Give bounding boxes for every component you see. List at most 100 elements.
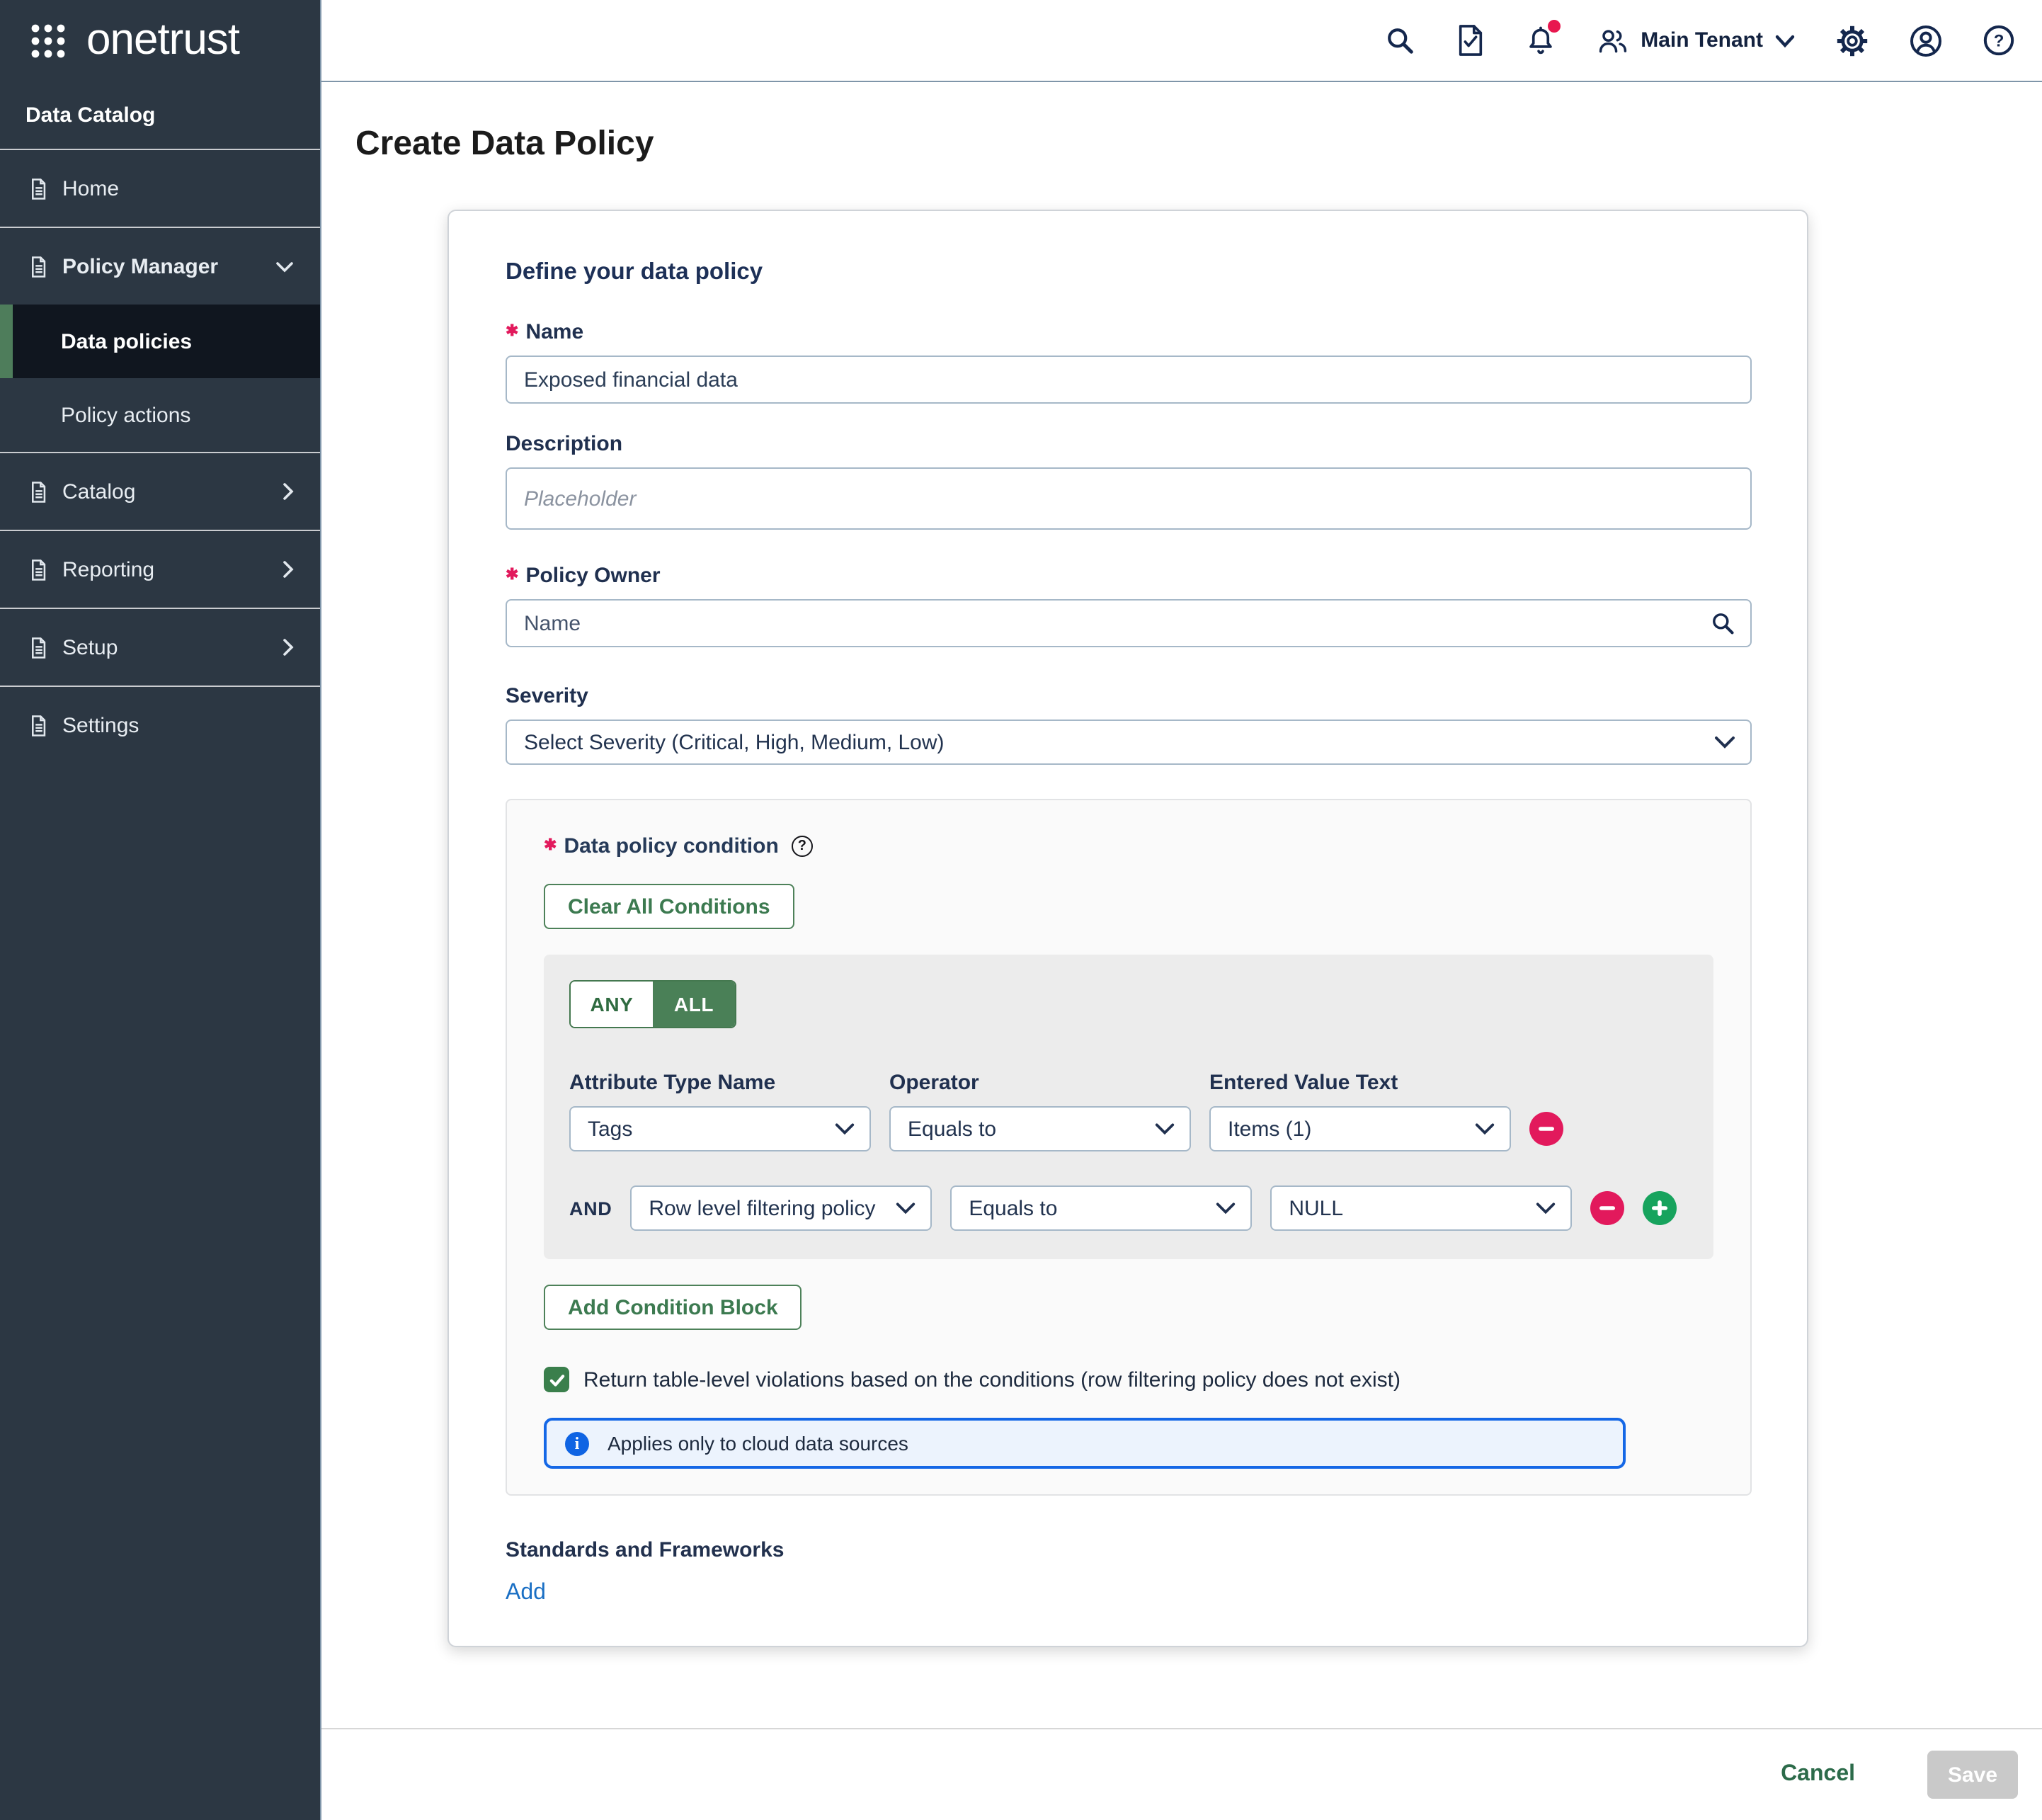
name-label: ✱ Name	[506, 320, 1752, 344]
description-placeholder: Placeholder	[524, 487, 636, 511]
condition-block: ANY ALL Attribute Type Name Operator Ent…	[544, 955, 1713, 1259]
required-asterisk: ✱	[506, 322, 518, 340]
remove-condition-button[interactable]	[1590, 1191, 1624, 1225]
policy-form-card: Define your data policy ✱ Name Exposed f…	[447, 210, 1808, 1647]
required-asterisk: ✱	[506, 565, 518, 584]
condition-row: Tags Equals to	[569, 1106, 1688, 1151]
severity-select[interactable]: Select Severity (Critical, High, Medium,…	[506, 720, 1752, 765]
sidebar-item-label: Policy actions	[61, 403, 190, 427]
info-banner: i Applies only to cloud data sources	[544, 1418, 1626, 1469]
sidebar-item-label: Reporting	[62, 557, 272, 581]
chevron-right-icon	[282, 637, 295, 657]
sidebar-item-settings[interactable]: Settings	[0, 687, 320, 763]
sidebar-item-policy-manager[interactable]: Policy Manager	[0, 228, 320, 305]
notifications-bell-icon[interactable]	[1524, 23, 1556, 57]
name-input[interactable]: Exposed financial data	[506, 356, 1752, 404]
app-grid-icon	[30, 23, 67, 59]
help-icon[interactable]: ?	[1983, 24, 2015, 57]
main-area: Main Tenant	[320, 0, 2042, 1820]
policy-owner-placeholder: Name	[524, 611, 581, 635]
standards-label: Standards and Frameworks	[506, 1538, 1752, 1562]
chevron-down-icon	[895, 1201, 916, 1215]
severity-value: Select Severity (Critical, High, Medium,…	[524, 730, 945, 754]
sidebar-item-label: Catalog	[62, 479, 272, 504]
name-value: Exposed financial data	[524, 368, 738, 392]
chevron-down-icon	[1474, 1122, 1495, 1136]
value-select[interactable]: Items (1)	[1209, 1106, 1511, 1151]
operator-select[interactable]: Equals to	[950, 1185, 1252, 1231]
chevron-down-icon	[1215, 1201, 1236, 1215]
chevron-down-icon	[834, 1122, 855, 1136]
attribute-select[interactable]: Tags	[569, 1106, 871, 1151]
sidebar-item-label: Home	[62, 176, 320, 200]
conjunction-label: AND	[569, 1198, 612, 1219]
condition-panel: ✱ Data policy condition ? Clear All Cond…	[506, 799, 1752, 1496]
chevron-down-icon	[1535, 1201, 1556, 1215]
column-attribute: Attribute Type Name	[569, 1071, 889, 1095]
policy-owner-input[interactable]: Name	[506, 599, 1752, 647]
document-icon	[25, 253, 52, 280]
page-content: Create Data Policy Define your data poli…	[321, 82, 2042, 1728]
severity-label: Severity	[506, 684, 1752, 708]
document-icon	[25, 175, 52, 202]
standards-add-link[interactable]: Add	[506, 1581, 546, 1606]
sidebar-item-catalog[interactable]: Catalog	[0, 453, 320, 530]
onetrust-logo[interactable]: onetrust	[0, 0, 320, 82]
document-icon	[25, 556, 52, 583]
description-input[interactable]: Placeholder	[506, 467, 1752, 530]
operator-select[interactable]: Equals to	[889, 1106, 1191, 1151]
checkbox-label: Return table-level violations based on t…	[583, 1367, 1401, 1392]
footer-actions: Cancel Save	[321, 1728, 2042, 1820]
document-check-icon[interactable]	[1455, 24, 1485, 57]
document-icon	[25, 478, 52, 505]
user-profile-icon[interactable]	[1909, 23, 1943, 57]
sidebar-item-reporting[interactable]: Reporting	[0, 531, 320, 608]
sidebar-item-data-policies[interactable]: Data policies	[0, 305, 320, 378]
toggle-all[interactable]: ALL	[653, 982, 735, 1027]
policy-owner-label: ✱ Policy Owner	[506, 564, 1752, 588]
column-value: Entered Value Text	[1209, 1071, 1529, 1095]
toggle-any[interactable]: ANY	[571, 982, 653, 1027]
add-condition-block-button[interactable]: Add Condition Block	[544, 1285, 802, 1330]
condition-column-headers: Attribute Type Name Operator Entered Val…	[569, 1071, 1688, 1095]
checkbox-checked[interactable]	[544, 1367, 569, 1392]
condition-label: ✱ Data policy condition	[544, 834, 779, 858]
help-icon[interactable]: ?	[792, 836, 813, 857]
tenant-switcher[interactable]: Main Tenant	[1595, 25, 1796, 56]
sidebar-item-label: Data policies	[61, 329, 192, 353]
condition-row: AND Row level filtering policy Equals to	[569, 1185, 1688, 1231]
remove-condition-button[interactable]	[1529, 1112, 1563, 1146]
save-button[interactable]: Save	[1927, 1751, 2018, 1799]
chevron-down-icon	[275, 260, 295, 273]
logo-wordmark: onetrust	[86, 16, 239, 66]
gear-icon[interactable]	[1835, 23, 1869, 57]
product-name: Data Catalog	[0, 82, 320, 149]
column-operator: Operator	[889, 1071, 1209, 1095]
app-window: onetrust Data Catalog Home Policy Manage…	[0, 0, 2042, 1820]
add-condition-button[interactable]	[1643, 1191, 1677, 1225]
sidebar-item-home[interactable]: Home	[0, 150, 320, 227]
required-asterisk: ✱	[544, 836, 557, 854]
sidebar-item-policy-actions[interactable]: Policy actions	[0, 378, 320, 452]
value-select[interactable]: NULL	[1270, 1185, 1572, 1231]
clear-all-conditions-button[interactable]: Clear All Conditions	[544, 884, 794, 929]
any-all-toggle[interactable]: ANY ALL	[569, 980, 736, 1028]
topbar: Main Tenant	[321, 0, 2042, 82]
chevron-down-icon	[1713, 735, 1736, 749]
chevron-right-icon	[282, 482, 295, 501]
table-level-violations-row: Return table-level violations based on t…	[544, 1367, 1713, 1392]
search-icon[interactable]	[1383, 24, 1415, 57]
tenant-name: Main Tenant	[1641, 28, 1763, 52]
sidebar-item-setup[interactable]: Setup	[0, 609, 320, 686]
attribute-select[interactable]: Row level filtering policy	[630, 1185, 932, 1231]
info-banner-text: Applies only to cloud data sources	[608, 1432, 908, 1455]
chevron-right-icon	[282, 559, 295, 579]
info-icon: i	[565, 1431, 589, 1455]
sidebar-item-label: Setup	[62, 635, 272, 659]
document-icon	[25, 712, 52, 739]
cancel-button[interactable]: Cancel	[1781, 1762, 1855, 1787]
sidebar-item-label: Settings	[62, 713, 320, 737]
sidebar-item-label: Policy Manager	[62, 254, 265, 278]
search-icon[interactable]	[1709, 610, 1736, 637]
svg-text:?: ?	[1994, 31, 2004, 50]
